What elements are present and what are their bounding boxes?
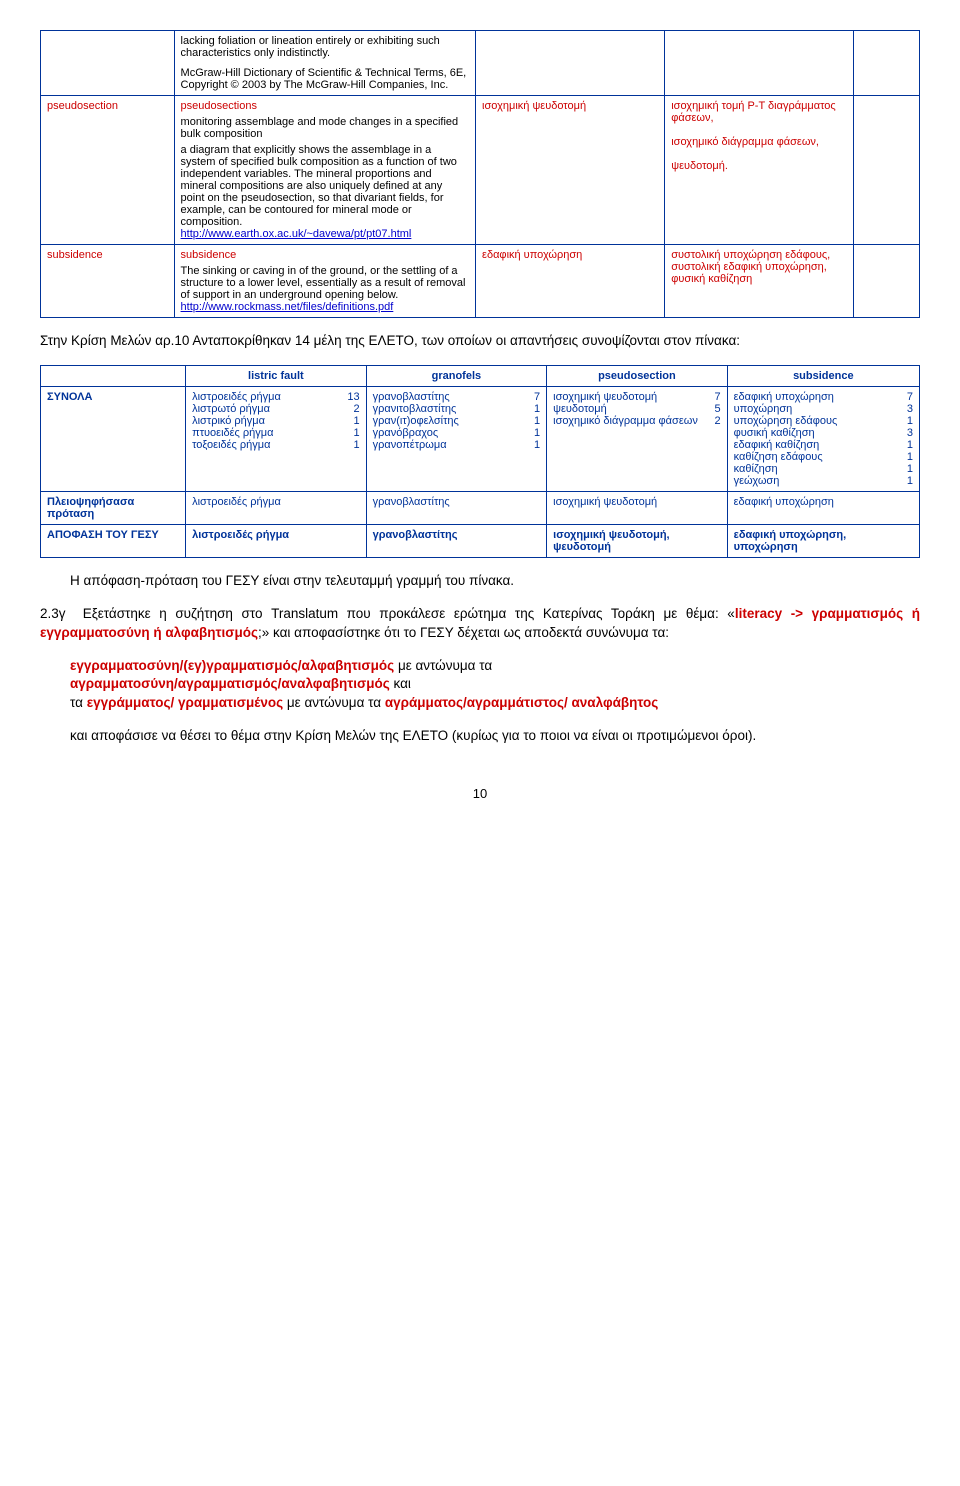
totals-cell: λιστροειδές ρήγμα13λιστρωτό ρήγμα2λιστρι… — [186, 386, 367, 491]
row-label: Πλειοψηφήσασα πρόταση — [47, 496, 134, 520]
cell: ισοχημική ψευδοτομή — [547, 491, 728, 524]
greek-synonyms: συστολική υποχώρηση εδάφους, συστολική ε… — [671, 249, 830, 285]
def-text: The sinking or caving in of the ground, … — [181, 265, 470, 301]
decision-note: Η απόφαση-πρόταση του ΓΕΣΥ είναι στην τε… — [70, 572, 920, 591]
def-text: a diagram that explicitly shows the asse… — [181, 144, 470, 228]
closing-text: και αποφάσισε να θέσει το θέμα στην Κρίσ… — [70, 727, 920, 746]
totals-cell: γρανοβλαστίτης7γρανιτοβλαστίτης1γραν(ιτ)… — [366, 386, 547, 491]
row-label: ΣΥΝΟΛΑ — [47, 391, 92, 403]
cell: ισοχημική ψευδοτομή, ψευδοτομή — [547, 524, 728, 557]
cell: γρανοβλαστίτης — [366, 524, 547, 557]
greek-term: εδαφική υποχώρηση — [482, 249, 582, 261]
term-label: subsidence — [47, 249, 103, 261]
section-2-3g: 2.3γ Εξετάστηκε η συζήτηση στο Translatu… — [40, 605, 920, 643]
term-heading: pseudosections — [181, 100, 470, 112]
totals-cell: εδαφική υποχώρηση7υποχώρηση3υποχώρηση εδ… — [727, 386, 919, 491]
term-label: pseudosection — [47, 100, 118, 112]
cell: εδαφική υποχώρηση, υποχώρηση — [727, 524, 919, 557]
source-link[interactable]: http://www.rockmass.net/files/definition… — [181, 301, 394, 313]
def-text: lacking foliation or lineation entirely … — [181, 35, 470, 59]
col-header: pseudosection — [547, 365, 728, 386]
cell: λιστροειδές ρήγμα — [186, 524, 367, 557]
col-header: listric fault — [186, 365, 367, 386]
source-link[interactable]: http://www.earth.ox.ac.uk/~davewa/pt/pt0… — [181, 228, 412, 240]
def-text: monitoring assemblage and mode changes i… — [181, 116, 470, 140]
cell: γρανοβλαστίτης — [366, 491, 547, 524]
col-header: subsidence — [727, 365, 919, 386]
intro-paragraph: Στην Κρίση Μελών αρ.10 Ανταποκρίθηκαν 14… — [40, 332, 920, 351]
row-label: ΑΠΟΦΑΣΗ ΤΟΥ ΓΕΣΥ — [47, 529, 159, 541]
col-header: granofels — [366, 365, 547, 386]
definitions-table: lacking foliation or lineation entirely … — [40, 30, 920, 318]
cell: εδαφική υποχώρηση — [727, 491, 919, 524]
page-number: 10 — [40, 786, 920, 801]
synonym-block: εγγραμματοσύνη/(εγ)γραμματισμός/αλφαβητι… — [70, 657, 920, 714]
def-text: McGraw-Hill Dictionary of Scientific & T… — [181, 67, 470, 91]
results-table: listric fault granofels pseudosection su… — [40, 365, 920, 558]
term-heading: subsidence — [181, 249, 470, 261]
greek-term: ισοχημική ψευδοτομή — [482, 100, 586, 112]
totals-cell: ισοχημική ψευδοτομή7ψευδοτομή5ισοχημικό … — [547, 386, 728, 491]
cell: λιστροειδές ρήγμα — [186, 491, 367, 524]
greek-synonyms: ισοχημική τομή P-T διαγράμματος φάσεων, … — [671, 100, 835, 172]
